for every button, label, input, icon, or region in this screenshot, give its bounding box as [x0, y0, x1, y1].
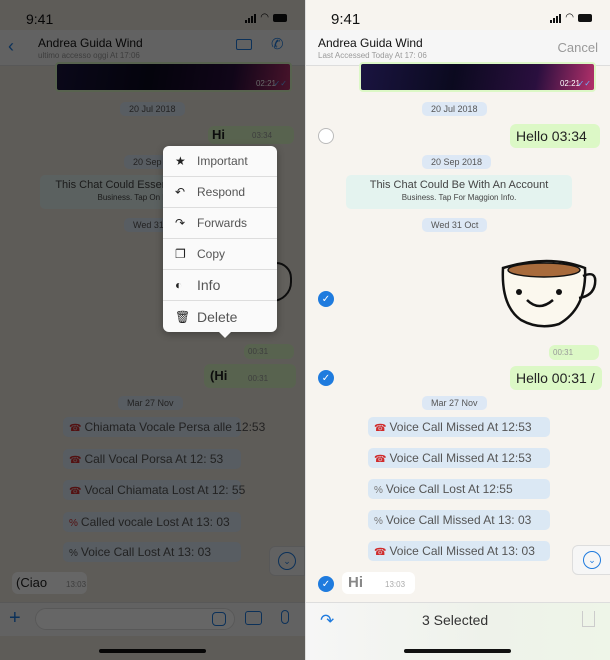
scroll-down-button[interactable]: ⌄ [572, 545, 610, 575]
contact-name[interactable]: Andrea Guida Wind [318, 36, 423, 50]
percent-icon: % [374, 485, 383, 496]
context-menu-pointer [218, 331, 232, 338]
last-seen: Last Accessed Today At 17: 06 [318, 51, 427, 60]
battery-icon [578, 13, 592, 22]
message-bubble[interactable]: Hello 03:34 [510, 124, 600, 148]
call-log-item[interactable]: ☎ Voice Call Missed At 13: 03 [368, 541, 550, 561]
message-time: 00:31 [553, 348, 574, 357]
call-log-item[interactable]: % Voice Call Lost At 12:55 [368, 479, 550, 499]
missed-call-icon: ☎ [374, 454, 387, 465]
menu-item-label: Respond [197, 185, 246, 199]
menu-item-delete[interactable]: 🗑 Delete [163, 301, 277, 332]
call-log-item[interactable]: % Voice Call Missed At 13: 03 [368, 510, 550, 530]
date-separator: Wed 31 Oct [422, 218, 488, 232]
call-log-text: Voice Call Missed At 12:53 [389, 420, 532, 434]
call-log-text: Voice Call Missed At 13: 03 [385, 513, 532, 527]
message-bubble[interactable]: Hello 00:31 / [510, 366, 602, 390]
context-menu: ★ Important ↶ Respond ↷ Forwards ❐ Copy ◐ Inf… [163, 146, 277, 332]
info-icon: ◐ [175, 278, 183, 292]
message-time: 13:03 [385, 580, 406, 589]
call-log-item[interactable]: ☎ Voice Call Missed At 12:53 [368, 448, 550, 468]
menu-item-label: Info [197, 277, 221, 293]
menu-item-important[interactable]: ★ Important [163, 146, 277, 177]
menu-item-copy[interactable]: ❐ Copy [163, 239, 277, 270]
select-checkbox[interactable] [318, 128, 334, 144]
percent-icon: % [374, 516, 383, 527]
chat-header: Andrea Guida Wind Last Accessed Today At… [306, 30, 610, 66]
reply-icon: ↶ [175, 185, 186, 199]
signal-icon [550, 13, 562, 23]
copy-icon: ❐ [175, 247, 186, 261]
status-time: 9:41 [331, 11, 361, 28]
notice-line-2: Business. Tap For Maggion Info. [401, 193, 517, 202]
menu-item-label: Forwards [197, 216, 248, 230]
message-bubble[interactable]: Hi 13:03 [342, 572, 415, 594]
chat-screen-context-menu: 9:41 ◠ ‹ Andrea Guida Wind ultimo access… [0, 0, 305, 660]
selected-count: 3 Selected [422, 612, 489, 628]
select-checkbox-checked[interactable]: ✓ [318, 576, 334, 592]
missed-call-icon: ☎ [374, 423, 387, 434]
call-log-text: Voice Call Missed At 13: 03 [389, 544, 535, 558]
share-icon[interactable] [582, 611, 595, 627]
select-checkbox-checked[interactable]: ✓ [318, 370, 334, 386]
missed-call-icon: ☎ [374, 547, 387, 558]
menu-item-label: Delete [197, 308, 238, 325]
menu-item-label: Important [197, 154, 248, 168]
message-text: Hello 03:34 [516, 128, 587, 144]
trash-icon: 🗑 [175, 309, 191, 324]
call-log-text: Voice Call Missed At 12:53 [389, 451, 532, 465]
forward-icon: ↷ [175, 216, 186, 230]
status-icons: ◠ [550, 12, 592, 23]
menu-item-respond[interactable]: ↶ Respond [163, 177, 277, 208]
notice-line-1: This Chat Could Be With An Account [369, 179, 549, 191]
chat-screen-selection-mode: 9:41 ◠ Andrea Guida Wind Last Accessed T… [305, 0, 610, 660]
chevron-down-icon: ⌄ [583, 551, 601, 569]
home-indicator [404, 649, 511, 653]
media-message[interactable]: 02:21 ✓✓ [359, 62, 596, 92]
call-log-text: Voice Call Lost At 12:55 [385, 482, 513, 496]
date-separator: 20 Sep 2018 [422, 155, 492, 169]
wifi-icon: ◠ [565, 12, 574, 23]
message-text: Hi [348, 574, 363, 591]
sticker-time-badge: 00:31 [549, 345, 599, 360]
call-log-item[interactable]: ☎ Voice Call Missed At 12:53 [368, 417, 550, 437]
business-notice[interactable]: This Chat Could Be With An Account Busin… [346, 175, 572, 209]
forward-icon[interactable]: ↷ [320, 611, 334, 631]
date-separator: 20 Jul 2018 [422, 102, 487, 116]
coffee-cup-sticker[interactable] [499, 258, 599, 330]
read-ticks-icon: ✓✓ [577, 79, 591, 88]
date-separator: Mar 27 Nov [422, 396, 487, 410]
message-text: Hello 00:31 / [516, 370, 595, 386]
menu-item-info[interactable]: ◐ Info [163, 270, 277, 301]
star-icon: ★ [175, 154, 186, 168]
menu-item-forward[interactable]: ↷ Forwards [163, 208, 277, 239]
select-checkbox-checked[interactable]: ✓ [318, 291, 334, 307]
menu-item-label: Copy [197, 247, 226, 261]
cancel-button[interactable]: Cancel [558, 40, 598, 55]
